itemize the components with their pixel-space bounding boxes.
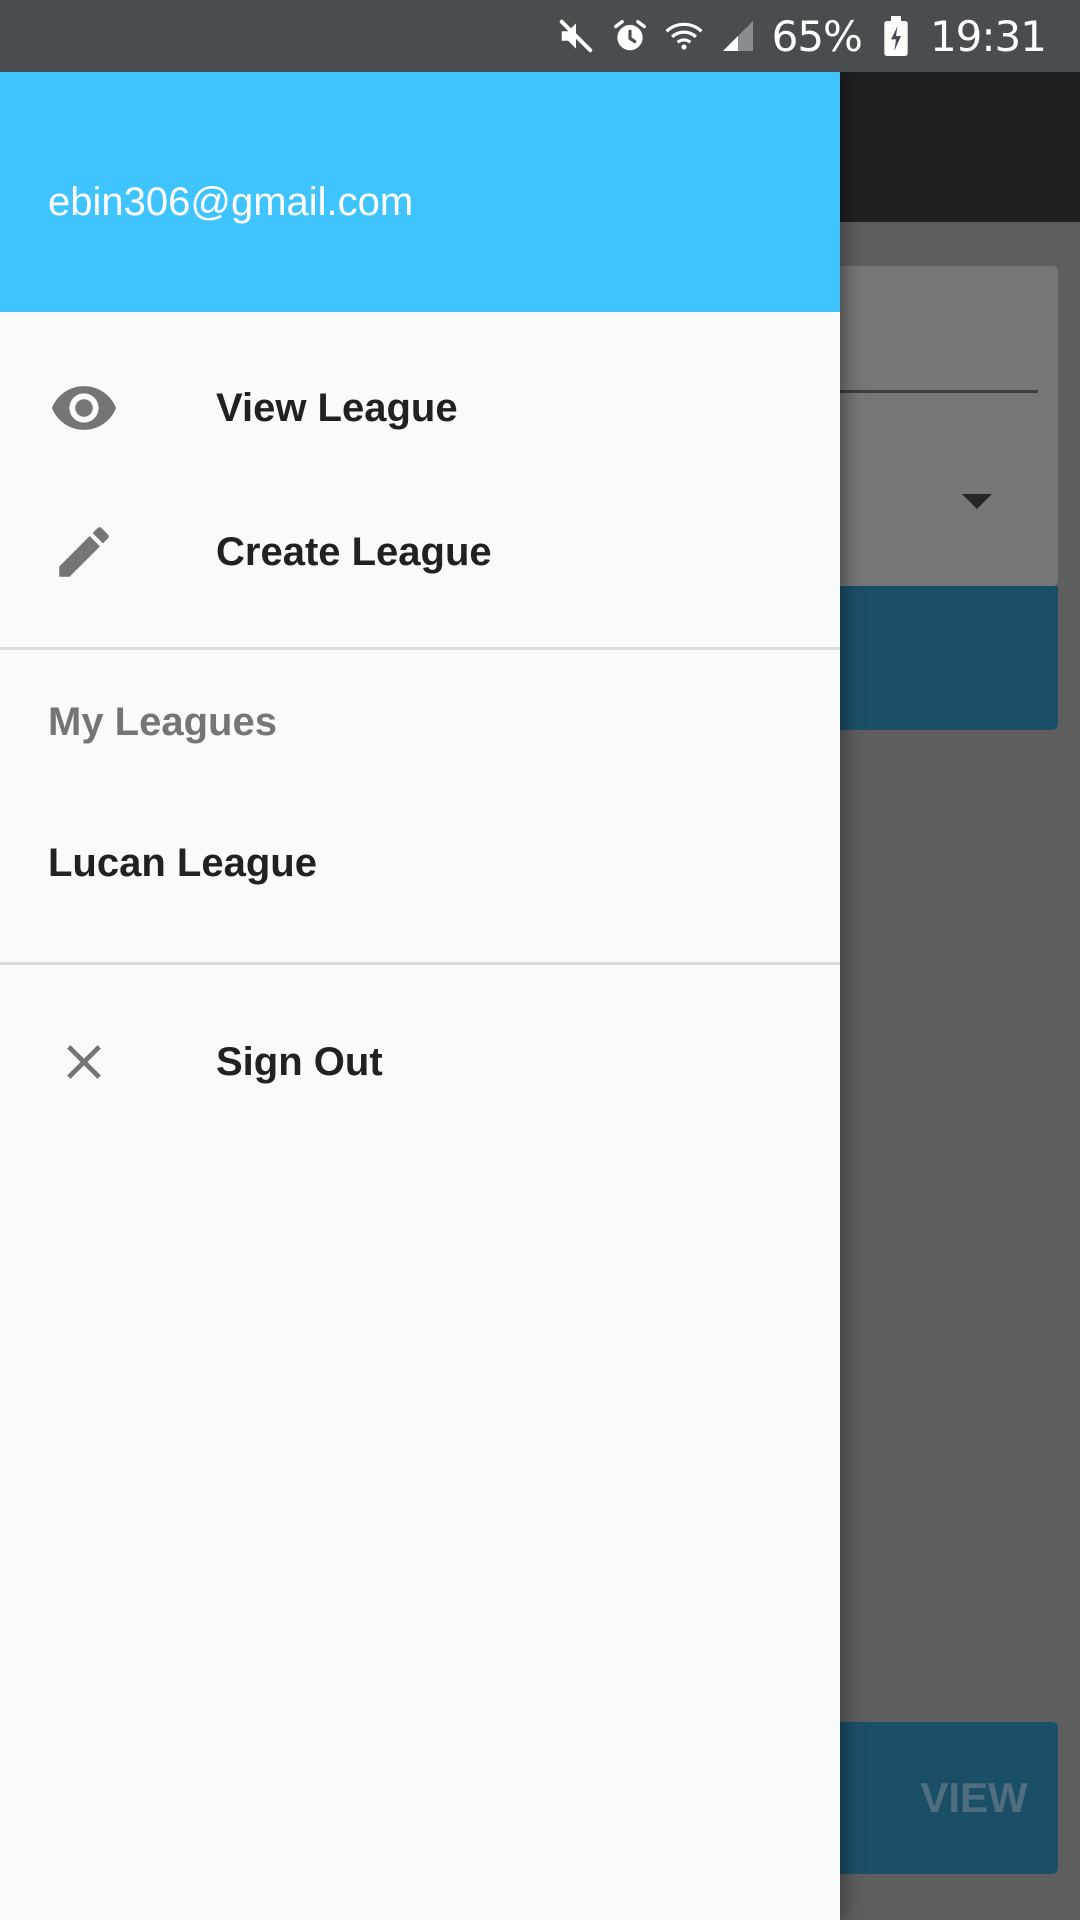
screen: 65% 19:31 VIEW ebin306@gmail.com View Le… [0,0,1080,1920]
close-icon [48,1026,120,1098]
view-button-label: VIEW [920,1774,1028,1821]
divider [0,962,840,965]
league-item-label: Lucan League [48,841,317,885]
nav-item-label: Create League [216,529,492,574]
navigation-drawer: ebin306@gmail.com View League Create Lea… [0,72,840,1920]
signal-icon [718,16,758,56]
wifi-icon [664,16,704,56]
nav-item-sign-out[interactable]: Sign Out [0,990,840,1134]
nav-item-view-league[interactable]: View League [0,336,840,480]
clock: 19:31 [929,11,1047,61]
pencil-icon [48,516,120,588]
drawer-header: ebin306@gmail.com [0,72,840,312]
eye-icon [48,372,120,444]
league-item-lucan-league[interactable]: Lucan League [0,795,840,939]
divider [0,647,840,650]
battery-charging-icon [876,16,916,56]
mute-icon [556,16,596,56]
nav-item-create-league[interactable]: Create League [0,480,840,624]
nav-item-label: Sign Out [216,1039,383,1084]
account-email: ebin306@gmail.com [48,180,414,224]
battery-percent: 65% [771,11,863,61]
my-leagues-header: My Leagues [48,700,277,744]
alarm-icon [610,16,650,56]
dropdown-arrow-icon [962,494,992,509]
status-bar: 65% 19:31 [0,0,1080,72]
nav-item-label: View League [216,385,458,430]
